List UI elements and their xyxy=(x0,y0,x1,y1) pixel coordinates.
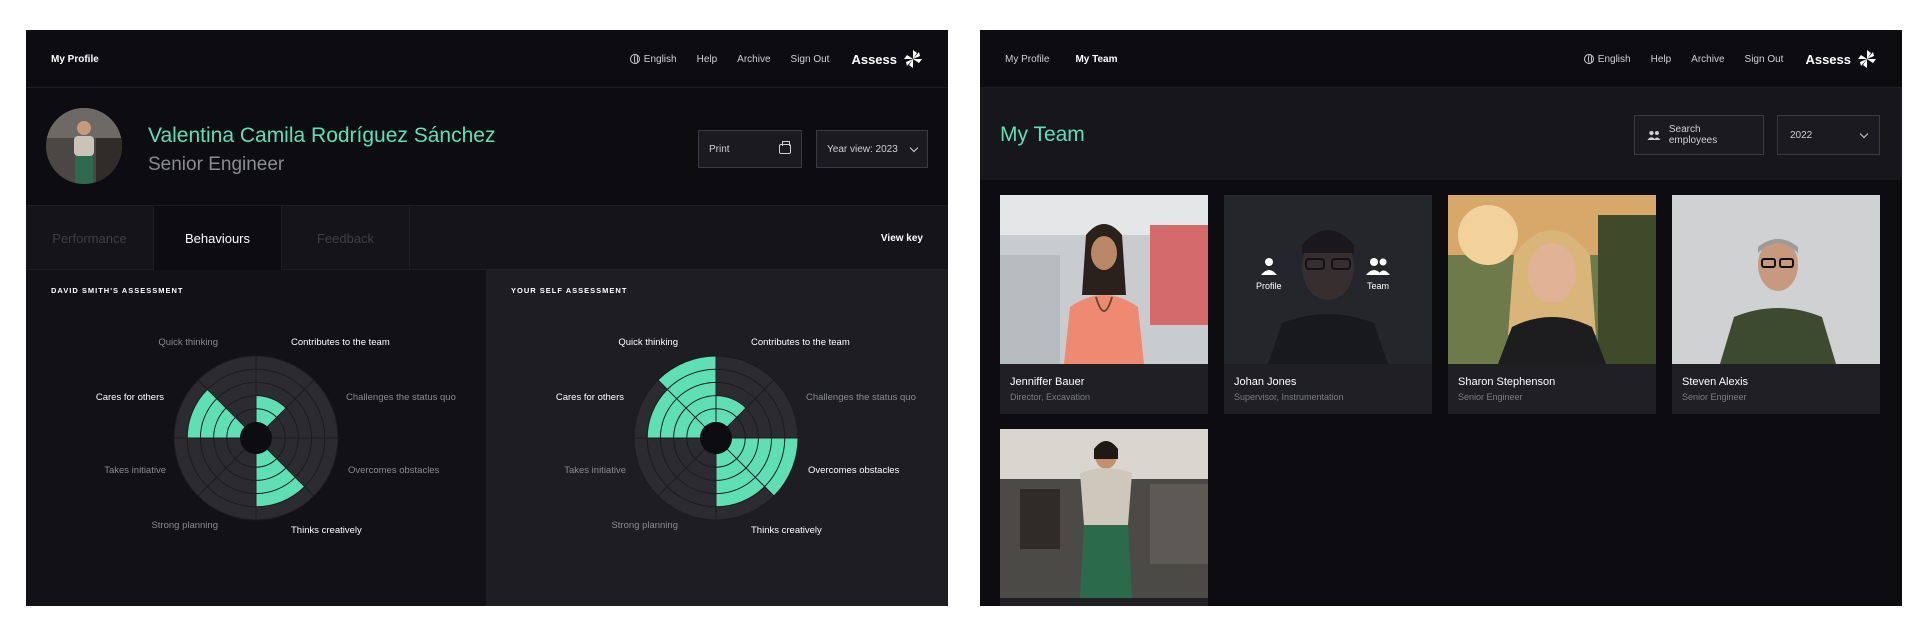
member-photo xyxy=(1000,195,1208,364)
year-dropdown[interactable]: 2022 xyxy=(1777,115,1880,155)
nav-my-profile[interactable]: My Profile xyxy=(51,54,99,65)
profile-header: Valentina Camila Rodríguez Sánchez Senio… xyxy=(26,88,948,206)
radial-center xyxy=(240,422,272,454)
view-profile-action[interactable]: Profile xyxy=(1256,257,1282,291)
profile-tabs: Performance Behaviours Feedback View key xyxy=(26,206,948,270)
year-label: 2022 xyxy=(1790,129,1813,141)
radial-label: Contributes to the team xyxy=(751,337,850,348)
team-member-card[interactable]: Sharon Stephenson Senior Engineer xyxy=(1448,195,1656,414)
radial-label: Quick thinking xyxy=(158,337,218,348)
nav-left: My Profile My Team xyxy=(1005,30,1118,88)
team-header: My Team Search employees 2022 xyxy=(980,88,1902,180)
people-icon xyxy=(1366,258,1390,275)
people-icon xyxy=(1647,130,1661,140)
language-selector[interactable]: English xyxy=(1583,53,1631,65)
member-role: Supervisor, Instrumentation xyxy=(1234,392,1344,402)
profile-action-label: Profile xyxy=(1256,281,1282,291)
radial-label: Overcomes obstacles xyxy=(348,465,440,476)
assess-logo-icon xyxy=(1858,50,1876,68)
chevron-down-icon xyxy=(909,143,919,152)
manager-assessment-pane: DAVID SMITH'S ASSESSMENT Contributes to … xyxy=(26,270,486,606)
nav-my-team[interactable]: My Team xyxy=(1075,54,1117,65)
radial-label: Strong planning xyxy=(151,520,218,531)
search-label: Search employees xyxy=(1668,124,1718,146)
member-role: Senior Engineer xyxy=(1682,392,1747,402)
nav-sign-out[interactable]: Sign Out xyxy=(1745,54,1784,65)
radial-label: Challenges the status quo xyxy=(806,392,916,403)
self-assessment-pane: YOUR SELF ASSESSMENT Contributes to the … xyxy=(486,270,948,606)
team-member-card[interactable]: Jenniffer Bauer Director, Excavation xyxy=(1000,195,1208,414)
nav-help[interactable]: Help xyxy=(697,54,718,65)
search-employees-button[interactable]: Search employees xyxy=(1634,115,1764,155)
team-member-card[interactable] xyxy=(1000,429,1208,606)
nav-sign-out[interactable]: Sign Out xyxy=(791,54,830,65)
member-role: Senior Engineer xyxy=(1458,392,1523,402)
top-navigation: My Profile English Help Archive Sign Out… xyxy=(26,30,948,88)
tab-feedback[interactable]: Feedback xyxy=(282,206,410,270)
nav-my-profile[interactable]: My Profile xyxy=(1005,54,1049,65)
self-assessment-radial-chart: Contributes to the team Challenges the st… xyxy=(556,337,916,536)
view-team-action[interactable]: Team xyxy=(1366,257,1390,291)
radial-label: Cares for others xyxy=(96,392,164,403)
nav-right: English Help Archive Sign Out Assess xyxy=(1583,30,1877,88)
assess-logo[interactable]: Assess xyxy=(1805,49,1877,69)
nav-help[interactable]: Help xyxy=(1651,54,1672,65)
radial-label: Overcomes obstacles xyxy=(808,465,900,476)
radial-label: Strong planning xyxy=(611,520,678,531)
team-action-label: Team xyxy=(1366,281,1389,291)
tab-performance[interactable]: Performance xyxy=(26,206,154,270)
nav-right: English Help Archive Sign Out Assess xyxy=(629,30,923,88)
tab-behaviours[interactable]: Behaviours xyxy=(154,206,282,270)
page-title: My Team xyxy=(1000,123,1085,146)
team-member-card[interactable]: Steven Alexis Senior Engineer xyxy=(1672,195,1880,414)
manager-assessment-radial-chart: Contributes to the team Challenges the st… xyxy=(96,337,456,536)
top-navigation: My Profile My Team English Help Archive … xyxy=(980,30,1902,88)
print-label: Print xyxy=(709,143,730,155)
assess-logo-icon xyxy=(904,50,922,68)
logo-text: Assess xyxy=(851,51,897,67)
my-profile-panel: My Profile English Help Archive Sign Out… xyxy=(26,30,948,606)
year-view-label: Year view: 2023 xyxy=(827,143,898,155)
member-photo xyxy=(1448,195,1656,364)
profile-name: Valentina Camila Rodríguez Sánchez xyxy=(148,124,496,147)
radial-label: Contributes to the team xyxy=(291,337,390,348)
radial-label: Takes initiative xyxy=(104,465,166,476)
radial-label: Cares for others xyxy=(556,392,624,403)
radial-label: Takes initiative xyxy=(564,465,626,476)
radial-label: Thinks creatively xyxy=(751,525,822,536)
person-icon xyxy=(1260,258,1277,275)
globe-icon xyxy=(1583,54,1594,64)
printer-icon xyxy=(779,141,791,154)
radial-label: Challenges the status quo xyxy=(346,392,456,403)
chevron-down-icon xyxy=(1859,129,1869,138)
member-photo xyxy=(1672,195,1880,364)
team-member-card[interactable]: Profile Team Johan Jones Supervisor, Ins… xyxy=(1224,195,1432,414)
nav-archive[interactable]: Archive xyxy=(737,54,770,65)
nav-archive[interactable]: Archive xyxy=(1691,54,1724,65)
member-name: Jenniffer Bauer xyxy=(1010,376,1085,388)
assess-logo[interactable]: Assess xyxy=(851,49,923,69)
radial-label: Quick thinking xyxy=(618,337,678,348)
member-name: Steven Alexis xyxy=(1682,376,1749,388)
avatar xyxy=(46,108,122,184)
card-hover-overlay: Profile Team xyxy=(1224,195,1432,364)
profile-role: Senior Engineer xyxy=(148,154,285,175)
view-key-link[interactable]: View key xyxy=(881,206,923,270)
language-label: English xyxy=(643,53,677,65)
print-button[interactable]: Print xyxy=(698,130,802,168)
nav-left: My Profile xyxy=(51,30,99,88)
member-photo xyxy=(1000,429,1208,598)
member-name: Sharon Stephenson xyxy=(1458,376,1556,388)
year-view-dropdown[interactable]: Year view: 2023 xyxy=(816,130,928,168)
member-name: Johan Jones xyxy=(1234,376,1297,388)
language-label: English xyxy=(1597,53,1631,65)
globe-icon xyxy=(629,54,640,64)
radial-label: Thinks creatively xyxy=(291,525,362,536)
my-team-panel: My Profile My Team English Help Archive … xyxy=(980,30,1902,606)
radial-center xyxy=(700,422,732,454)
member-role: Director, Excavation xyxy=(1010,392,1091,402)
language-selector[interactable]: English xyxy=(629,53,677,65)
logo-text: Assess xyxy=(1805,51,1851,67)
